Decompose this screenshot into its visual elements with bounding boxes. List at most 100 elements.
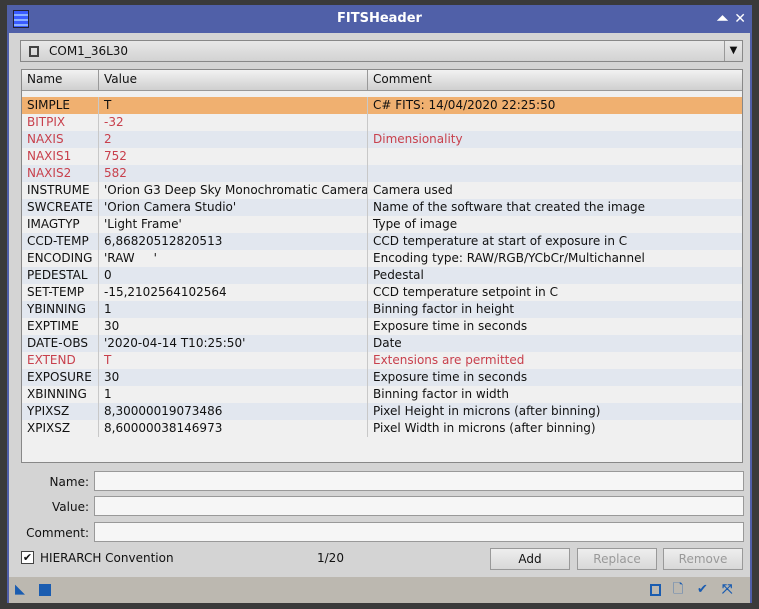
- table-header: Name Value Comment: [22, 70, 742, 91]
- hierarch-label: HIERARCH Convention: [40, 551, 174, 565]
- table-row[interactable]: ENCODING 'RAW ' Encoding type: RAW/RGB/YCb…: [22, 250, 742, 267]
- table-row[interactable]: NAXIS 2 Dimensionality: [22, 131, 742, 148]
- cell-comment: CCD temperature setpoint in C: [373, 285, 558, 299]
- table-row[interactable]: NAXIS1 752: [22, 148, 742, 165]
- table-row[interactable]: SIMPLE T C# FITS: 14/04/2020 22:25:50: [22, 97, 742, 114]
- column-name[interactable]: Name: [22, 70, 99, 90]
- cell-name: NAXIS1: [22, 148, 99, 165]
- comment-label: Comment:: [26, 526, 89, 540]
- cell-comment: C# FITS: 14/04/2020 22:25:50: [373, 98, 556, 112]
- cell-comment: Name of the software that created the im…: [373, 200, 646, 214]
- new-instance-icon[interactable]: ◣: [15, 583, 25, 596]
- cell-value: 'Orion Camera Studio': [99, 199, 368, 216]
- cell-comment: Pedestal: [373, 268, 424, 282]
- maximize-icon[interactable]: [650, 584, 661, 596]
- cell-comment: Exposure time in seconds: [373, 370, 528, 384]
- cell-name: ENCODING: [22, 250, 99, 267]
- close-icon[interactable]: ✕: [734, 5, 746, 33]
- cell-comment: Pixel Width in microns (after binning): [373, 421, 596, 435]
- table-row[interactable]: SET-TEMP -15,2102564102564 CCD temperature…: [22, 284, 742, 301]
- keywords-table: Name Value Comment SIMPLE T C# FITS: 14/04…: [21, 69, 743, 463]
- value-input[interactable]: [94, 496, 744, 516]
- cell-name: SIMPLE: [22, 97, 99, 114]
- cell-comment: Dimensionality: [373, 132, 463, 146]
- value-label: Value:: [52, 500, 89, 514]
- view-icon[interactable]: [39, 584, 51, 596]
- cell-comment: [368, 165, 742, 182]
- hierarch-checkbox[interactable]: ✔: [21, 551, 34, 564]
- cell-name: EXTEND: [22, 352, 99, 369]
- cell-value: 2: [99, 131, 368, 148]
- chevron-down-icon[interactable]: ▼: [724, 41, 742, 61]
- column-value[interactable]: Value: [99, 70, 368, 90]
- cell-value: 8,60000038146973: [99, 420, 368, 437]
- table-row[interactable]: EXPOSURE 30 Exposure time in seconds: [22, 369, 742, 386]
- table-row[interactable]: BITPIX -32: [22, 114, 742, 131]
- view-selector-value: COM1_36L30: [49, 44, 129, 58]
- cell-comment: Pixel Height in microns (after binning): [373, 404, 601, 418]
- shade-icon[interactable]: ⏶: [717, 5, 728, 33]
- cell-comment: Camera used: [373, 183, 453, 197]
- title-bar[interactable]: FITSHeader ⏶ ✕: [7, 5, 752, 33]
- table-row[interactable]: NAXIS2 582: [22, 165, 742, 182]
- check-icon[interactable]: ✔: [697, 583, 708, 596]
- cell-value: 'RAW ': [99, 250, 368, 267]
- table-row[interactable]: YBINNING 1 Binning factor in height: [22, 301, 742, 318]
- collapse-icon[interactable]: ⤧: [722, 583, 732, 596]
- cell-comment: Encoding type: RAW/RGB/YCbCr/Multichanne…: [373, 251, 645, 265]
- app-icon[interactable]: [13, 10, 29, 28]
- table-row[interactable]: SWCREATE 'Orion Camera Studio' Name of the…: [22, 199, 742, 216]
- cell-name: EXPTIME: [22, 318, 99, 335]
- cell-value: T: [99, 352, 368, 369]
- table-row[interactable]: XPIXSZ 8,60000038146973 Pixel Width in mic…: [22, 420, 742, 437]
- cell-value: 752: [99, 148, 368, 165]
- image-icon: [29, 46, 39, 57]
- cell-comment: Exposure time in seconds: [373, 319, 528, 333]
- cell-name: XPIXSZ: [22, 420, 99, 437]
- cell-comment: Binning factor in width: [373, 387, 509, 401]
- cell-comment: Binning factor in height: [373, 302, 515, 316]
- table-row[interactable]: XBINNING 1 Binning factor in width: [22, 386, 742, 403]
- table-row[interactable]: CCD-TEMP 6,86820512820513 CCD temperature …: [22, 233, 742, 250]
- cell-value: 'Orion G3 Deep Sky Monochromatic Camera': [99, 182, 368, 199]
- cell-name: EXPOSURE: [22, 369, 99, 386]
- window-title: FITSHeader: [337, 11, 422, 26]
- cell-name: NAXIS2: [22, 165, 99, 182]
- cell-name: IMAGTYP: [22, 216, 99, 233]
- cell-name: NAXIS: [22, 131, 99, 148]
- table-row[interactable]: INSTRUME 'Orion G3 Deep Sky Monochromatic…: [22, 182, 742, 199]
- cell-value: 30: [99, 318, 368, 335]
- cell-value: 6,86820512820513: [99, 233, 368, 250]
- cell-name: BITPIX: [22, 114, 99, 131]
- name-input[interactable]: [94, 471, 744, 491]
- table-row[interactable]: EXTEND T Extensions are permitted: [22, 352, 742, 369]
- comment-input[interactable]: [94, 522, 744, 542]
- cell-name: YPIXSZ: [22, 403, 99, 420]
- cell-value: 1: [99, 386, 368, 403]
- cell-name: YBINNING: [22, 301, 99, 318]
- column-comment[interactable]: Comment: [368, 70, 742, 90]
- table-row[interactable]: PEDESTAL 0 Pedestal: [22, 267, 742, 284]
- keyword-counter: 1/20: [317, 551, 344, 565]
- cell-value: 1: [99, 301, 368, 318]
- cell-value: '2020-04-14 T10:25:50': [99, 335, 368, 352]
- table-row[interactable]: IMAGTYP 'Light Frame' Type of image: [22, 216, 742, 233]
- cell-comment: [368, 114, 742, 131]
- cell-comment: [368, 148, 742, 165]
- remove-button[interactable]: Remove: [663, 548, 743, 570]
- table-row[interactable]: DATE-OBS '2020-04-14 T10:25:50' Date: [22, 335, 742, 352]
- cell-value: 'Light Frame': [99, 216, 368, 233]
- cell-comment: CCD temperature at start of exposure in …: [373, 234, 628, 248]
- table-row[interactable]: EXPTIME 30 Exposure time in seconds: [22, 318, 742, 335]
- add-button[interactable]: Add: [490, 548, 570, 570]
- table-row[interactable]: YPIXSZ 8,30000019073486 Pixel Height in mi…: [22, 403, 742, 420]
- cell-name: XBINNING: [22, 386, 99, 403]
- cell-value: 582: [99, 165, 368, 182]
- cell-comment: Date: [373, 336, 402, 350]
- cell-comment: Type of image: [373, 217, 458, 231]
- footer-bar: ◣ 🗋 ✔ ⤧: [9, 577, 750, 603]
- view-selector[interactable]: COM1_36L30 ▼: [20, 40, 743, 62]
- document-icon[interactable]: 🗋: [673, 583, 683, 596]
- fitsheader-window: FITSHeader ⏶ ✕ COM1_36L30 ▼ Name Value C…: [7, 5, 752, 603]
- replace-button[interactable]: Replace: [577, 548, 657, 570]
